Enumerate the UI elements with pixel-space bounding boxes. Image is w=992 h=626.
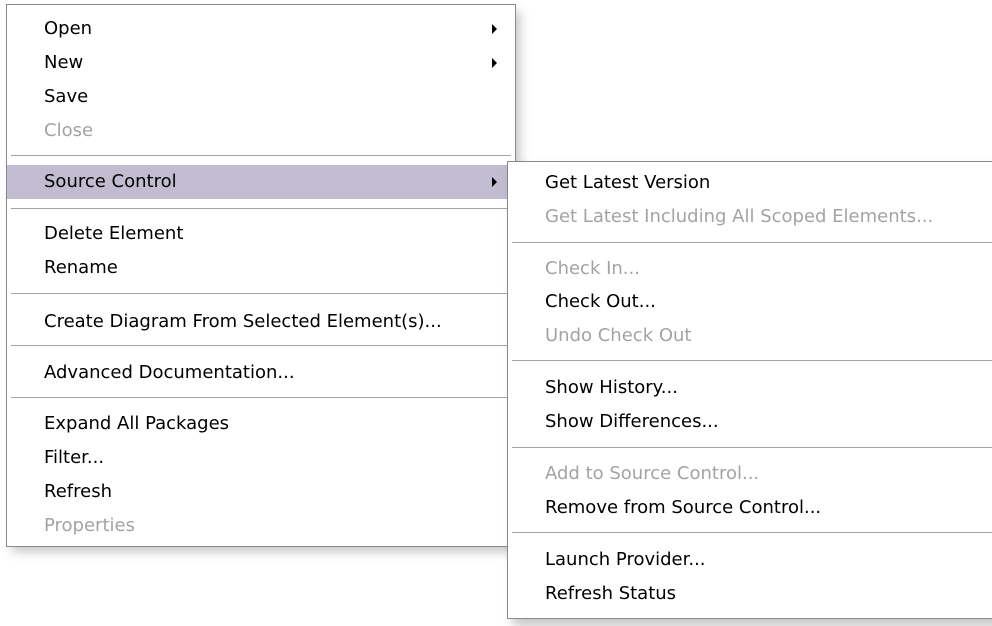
menu-separator: [11, 208, 511, 209]
menu-item-label: Show History...: [545, 377, 678, 398]
menu-item-label: Expand All Packages: [44, 413, 230, 434]
submenu-item-get-latest-version[interactable]: Get Latest Version: [508, 166, 992, 200]
menu-item-rename[interactable]: Rename: [7, 251, 515, 285]
menu-item-new[interactable]: New: [7, 46, 515, 80]
submenu-item-show-history[interactable]: Show History...: [508, 371, 992, 405]
source-control-submenu: Get Latest Version Get Latest Including …: [507, 161, 992, 619]
menu-item-advanced-documentation[interactable]: Advanced Documentation...: [7, 356, 515, 390]
menu-item-label: Open: [44, 18, 93, 39]
menu-item-label: Source Control: [44, 171, 177, 192]
menu-item-label: Show Differences...: [545, 411, 719, 432]
menu-item-label: Close: [44, 120, 94, 141]
menu-item-label: Filter...: [44, 447, 105, 468]
menu-item-expand-all-packages[interactable]: Expand All Packages: [7, 407, 515, 441]
context-menu: Open New Save Close Source Control Delet…: [6, 4, 516, 547]
menu-item-label: Add to Source Control...: [545, 463, 760, 484]
menu-item-label: Launch Provider...: [545, 549, 706, 570]
submenu-item-undo-check-out[interactable]: Undo Check Out: [508, 319, 992, 353]
menu-item-label: Refresh: [44, 481, 112, 502]
submenu-arrow-icon: [492, 24, 497, 34]
menu-separator: [512, 360, 992, 361]
menu-item-label: Get Latest Including All Scoped Elements…: [545, 206, 934, 227]
menu-separator: [11, 293, 511, 294]
submenu-item-refresh-status[interactable]: Refresh Status: [508, 577, 992, 611]
menu-separator: [11, 155, 511, 156]
submenu-arrow-icon: [492, 58, 497, 68]
submenu-item-show-differences[interactable]: Show Differences...: [508, 405, 992, 439]
menu-item-label: Check Out...: [545, 291, 656, 312]
menu-item-label: Get Latest Version: [545, 172, 711, 193]
submenu-item-check-out[interactable]: Check Out...: [508, 285, 992, 319]
submenu-item-get-latest-scoped[interactable]: Get Latest Including All Scoped Elements…: [508, 200, 992, 234]
menu-item-close[interactable]: Close: [7, 114, 515, 148]
menu-item-label: Create Diagram From Selected Element(s).…: [44, 311, 442, 332]
menu-separator: [512, 532, 992, 533]
menu-item-save[interactable]: Save: [7, 80, 515, 114]
menu-separator: [512, 447, 992, 448]
menu-item-label: Refresh Status: [545, 583, 677, 604]
submenu-arrow-icon: [492, 177, 497, 187]
menu-item-label: Check In...: [545, 258, 640, 279]
menu-item-label: Advanced Documentation...: [44, 362, 295, 383]
menu-item-properties[interactable]: Properties: [7, 509, 515, 543]
submenu-item-check-in[interactable]: Check In...: [508, 252, 992, 286]
menu-separator: [11, 397, 511, 398]
menu-item-label: Undo Check Out: [545, 325, 692, 346]
menu-item-source-control[interactable]: Source Control: [7, 165, 515, 199]
menu-separator: [512, 242, 992, 243]
menu-item-label: Properties: [44, 515, 135, 536]
submenu-item-launch-provider[interactable]: Launch Provider...: [508, 543, 992, 577]
menu-item-refresh[interactable]: Refresh: [7, 475, 515, 509]
menu-item-label: New: [44, 52, 84, 73]
menu-item-label: Remove from Source Control...: [545, 497, 822, 518]
menu-separator: [11, 345, 511, 346]
menu-item-label: Rename: [44, 257, 118, 278]
submenu-item-add-to-source-control[interactable]: Add to Source Control...: [508, 457, 992, 491]
menu-item-open[interactable]: Open: [7, 12, 515, 46]
submenu-item-remove-from-source-control[interactable]: Remove from Source Control...: [508, 491, 992, 525]
menu-item-create-diagram[interactable]: Create Diagram From Selected Element(s).…: [7, 305, 515, 339]
menu-item-filter[interactable]: Filter...: [7, 441, 515, 475]
menu-item-delete-element[interactable]: Delete Element: [7, 217, 515, 251]
menu-item-label: Delete Element: [44, 223, 184, 244]
menu-item-label: Save: [44, 86, 89, 107]
